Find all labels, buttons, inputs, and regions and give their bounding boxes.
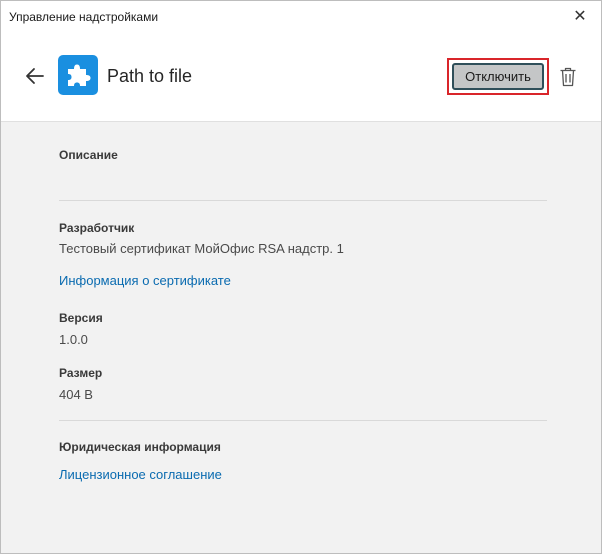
version-label: Версия [59, 311, 103, 325]
size-value: 404 B [59, 387, 93, 402]
disable-button-highlight: Отключить [447, 58, 549, 95]
divider [59, 420, 547, 421]
legal-info-label: Юридическая информация [59, 440, 221, 454]
disable-button[interactable]: Отключить [452, 63, 544, 90]
developer-label: Разработчик [59, 221, 135, 235]
developer-value: Тестовый сертификат МойОфис RSA надстр. … [59, 241, 344, 256]
description-label: Описание [59, 148, 118, 162]
certificate-info-link[interactable]: Информация о сертификате [59, 273, 231, 288]
addin-name: Path to file [107, 66, 193, 86]
puzzle-icon [58, 55, 98, 95]
addin-header: Path to file Отключить [1, 33, 601, 122]
version-value: 1.0.0 [59, 332, 88, 347]
arrow-left-icon[interactable] [23, 65, 47, 87]
close-icon[interactable]: ✕ [569, 6, 591, 28]
size-label: Размер [59, 366, 103, 380]
titlebar: Управление надстройками ✕ [1, 1, 601, 33]
divider [59, 200, 547, 201]
addins-manager-window: Управление надстройками ✕ Path to file О… [0, 0, 602, 554]
license-agreement-link[interactable]: Лицензионное соглашение [59, 467, 222, 482]
addin-details: Описание Разработчик Тестовый сертификат… [1, 122, 601, 553]
window-title: Управление надстройками [9, 10, 159, 24]
trash-icon[interactable] [559, 67, 577, 87]
